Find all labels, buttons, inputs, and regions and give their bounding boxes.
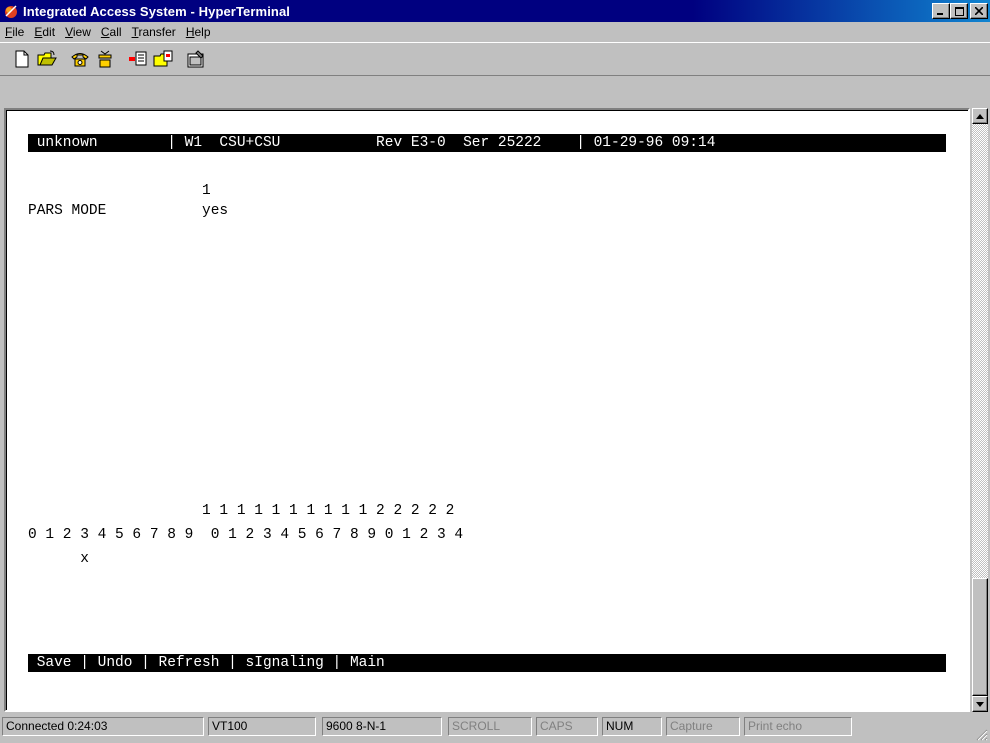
- properties-icon: [187, 50, 204, 68]
- arrow-up-icon: [976, 113, 984, 119]
- menu-file[interactable]: File: [0, 25, 29, 39]
- scroll-down-button[interactable]: [972, 696, 988, 712]
- new-icon: [15, 50, 29, 68]
- vertical-scrollbar[interactable]: [972, 108, 988, 712]
- arrow-down-icon: [976, 701, 984, 707]
- disconnect-icon: [98, 50, 112, 68]
- maximize-icon: [954, 6, 964, 16]
- new-button[interactable]: [10, 48, 34, 70]
- open-icon: [37, 50, 57, 66]
- open-button[interactable]: [35, 48, 59, 70]
- menu-edit[interactable]: Edit: [29, 25, 60, 39]
- connect-icon: [71, 53, 89, 67]
- resize-grip-icon[interactable]: [976, 729, 988, 741]
- status-emulation: VT100: [208, 717, 316, 736]
- terminal-header-line: unknown | W1 CSU+CSU Rev E3-0 Ser 25222 …: [28, 134, 946, 152]
- menu-view[interactable]: View: [60, 25, 96, 39]
- terminal-screen[interactable]: unknown | W1 CSU+CSU Rev E3-0 Ser 25222 …: [28, 130, 948, 690]
- timeslot-units-line: 0 1 2 3 4 5 6 7 8 9 0 1 2 3 4 5 6 7 8 9 …: [28, 527, 464, 543]
- status-capture: Capture: [666, 717, 740, 736]
- timeslot-tens-line: 1 1 1 1 1 1 1 1 1 1 2 2 2 2 2: [28, 503, 455, 519]
- maximize-button[interactable]: [950, 3, 968, 19]
- title-bar: Integrated Access System - HyperTerminal: [0, 0, 990, 22]
- properties-button[interactable]: [184, 48, 208, 70]
- receive-icon: [153, 50, 173, 67]
- status-print-echo: Print echo: [744, 717, 852, 736]
- status-connected: Connected 0:24:03: [2, 717, 204, 736]
- close-icon: [975, 7, 983, 15]
- status-scroll: SCROLL: [448, 717, 532, 736]
- timeslot-marker-line: x: [28, 551, 89, 567]
- minimize-button[interactable]: [932, 3, 950, 19]
- menu-help[interactable]: Help: [181, 25, 216, 39]
- send-button[interactable]: [126, 48, 150, 70]
- minimize-icon: [937, 13, 943, 15]
- menu-call[interactable]: Call: [96, 25, 127, 39]
- hyperterminal-app-icon[interactable]: [3, 3, 19, 19]
- send-icon: [129, 51, 147, 66]
- command-menu-line: Save | Undo | Refresh | sIgnaling | Main: [28, 654, 946, 672]
- scroll-up-button[interactable]: [972, 108, 988, 124]
- menu-transfer[interactable]: Transfer: [127, 25, 181, 39]
- status-num: NUM: [602, 717, 662, 736]
- scroll-thumb[interactable]: [972, 578, 988, 696]
- status-port-settings: 9600 8-N-1: [322, 717, 442, 736]
- close-button[interactable]: [970, 3, 988, 19]
- status-bar: Connected 0:24:03 VT100 9600 8-N-1 SCROL…: [0, 714, 990, 743]
- column-number-line: 1: [28, 183, 211, 199]
- disconnect-button[interactable]: [93, 48, 117, 70]
- window-title: Integrated Access System - HyperTerminal: [23, 3, 290, 19]
- pars-mode-line: PARS MODE yes: [28, 203, 229, 219]
- toolbar: [0, 42, 990, 76]
- receive-button[interactable]: [151, 48, 175, 70]
- menu-bar: File Edit View Call Transfer Help: [0, 22, 990, 42]
- status-caps: CAPS: [536, 717, 598, 736]
- connect-button[interactable]: [68, 48, 92, 70]
